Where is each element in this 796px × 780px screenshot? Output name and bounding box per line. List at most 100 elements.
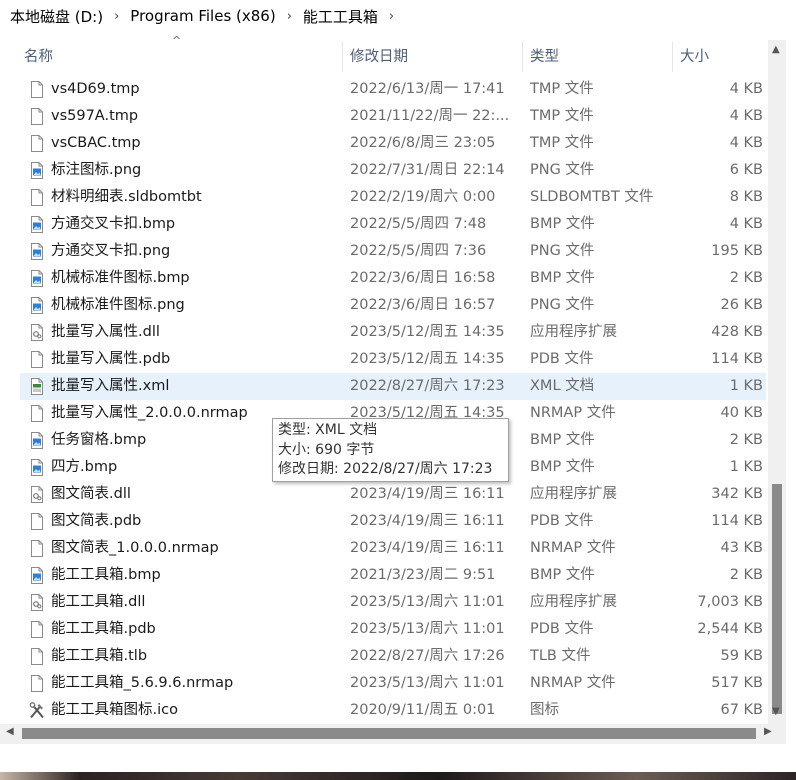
file-name: 能工工具箱.tlb [51,648,148,664]
tooltip-size: 大小: 690 字节 [278,441,375,458]
file-type: BMP 文件 [530,216,595,232]
file-row[interactable]: 机械标准件图标.png 2022/3/6/周日 16:57 PNG 文件 26 KB [20,292,766,319]
file-name: 能工工具箱.pdb [51,621,156,637]
breadcrumb-drive-d[interactable]: 本地磁盘 (D:) [10,6,103,27]
horizontal-scroll-thumb[interactable] [22,728,756,739]
file-size: 43 KB [720,540,763,556]
column-header-name[interactable]: 名称 [24,40,342,74]
scroll-right-arrow-icon[interactable]: ▶ [764,726,772,737]
file-type: PDB 文件 [530,621,594,637]
file-size: 8 KB [729,189,763,205]
file-row[interactable]: 图文简表.pdb 2023/4/19/周三 16:11 PDB 文件 114 KB [20,508,766,535]
blank-file-icon [29,81,45,98]
file-size: 26 KB [720,297,763,313]
file-type: TLB 文件 [530,648,591,664]
chevron-right-icon[interactable]: › [287,9,292,24]
file-modified-date: 2023/4/19/周三 16:11 [350,486,505,502]
scroll-left-arrow-icon[interactable]: ◀ [6,726,14,737]
file-row[interactable]: 能工工具箱.pdb 2023/5/13/周六 11:01 PDB 文件 2,544 K… [20,616,766,643]
file-name: 批量写入属性.pdb [51,351,171,367]
file-modified-date: 2022/6/13/周一 17:41 [350,81,505,97]
column-header-size[interactable]: 大小 [672,40,770,74]
file-size: 4 KB [729,108,763,124]
file-modified-date: 2022/7/31/周日 22:14 [350,162,505,178]
horizontal-scrollbar[interactable]: ◀ ▶ [0,724,786,744]
blank-file-icon [29,621,45,638]
file-size: 1 KB [729,459,763,475]
file-size: 6 KB [729,162,763,178]
file-modified-date: 2023/5/13/周六 11:01 [350,621,505,637]
file-row[interactable]: 方通交叉卡扣.png 2022/5/5/周四 7:36 PNG 文件 195 KB [20,238,766,265]
tools-icon [29,702,45,719]
image-file-icon [29,162,45,179]
file-size: 59 KB [720,648,763,664]
scroll-up-arrow-icon[interactable]: ▲ [772,44,780,55]
breadcrumb-program-files-x86[interactable]: Program Files (x86) [130,7,275,25]
file-row[interactable]: 方通交叉卡扣.bmp 2022/5/5/周四 7:48 BMP 文件 4 KB [20,211,766,238]
file-modified-date: 2023/5/12/周五 14:35 [350,324,505,340]
file-type: PNG 文件 [530,162,595,178]
file-size: 4 KB [729,81,763,97]
file-type: BMP 文件 [530,567,595,583]
file-modified-date: 2022/2/19/周六 0:00 [350,189,496,205]
file-row[interactable]: 图文简表.dll 2023/4/19/周三 16:11 应用程序扩展 342 KB [20,481,766,508]
scroll-down-arrow-icon[interactable]: ▼ [772,706,780,717]
file-row[interactable]: vs597A.tmp 2021/11/22/周一 22:... TMP 文件 4 KB [20,103,766,130]
file-info-tooltip: 类型: XML 文档 大小: 690 字节 修改日期: 2022/8/27/周六… [272,418,509,482]
file-row[interactable]: 能工工具箱.bmp 2021/3/23/周二 9:51 BMP 文件 2 KB [20,562,766,589]
file-row[interactable]: 材料明细表.sldbomtbt 2022/2/19/周六 0:00 SLDBOMTB… [20,184,766,211]
file-size: 2 KB [729,567,763,583]
file-size: 67 KB [720,702,763,718]
file-row[interactable]: 能工工具箱图标.ico 2020/9/11/周五 0:01 图标 67 KB [20,697,766,724]
blank-file-icon [29,405,45,422]
file-type: 应用程序扩展 [530,594,617,610]
breadcrumb-current-folder[interactable]: 能工工具箱 [303,6,378,27]
file-modified-date: 2022/8/27/周六 17:23 [350,378,505,394]
vertical-scrollbar[interactable]: ▲ ▼ [768,40,786,724]
file-modified-date: 2022/5/5/周四 7:48 [350,216,487,232]
vertical-scroll-thumb[interactable] [772,484,782,714]
dll-file-icon [29,324,45,341]
file-row[interactable]: 批量写入属性.xml 2022/8/27/周六 17:23 XML 文档 1 KB [20,373,766,400]
image-file-icon [29,432,45,449]
column-header-modified[interactable]: 修改日期 [342,40,522,74]
file-row[interactable]: 标注图标.png 2022/7/31/周日 22:14 PNG 文件 6 KB [20,157,766,184]
file-name: vsCBAC.tmp [51,135,141,151]
file-name: vs4D69.tmp [51,81,140,97]
chevron-right-icon[interactable]: › [114,9,119,24]
breadcrumb: 本地磁盘 (D:) › Program Files (x86) › 能工工具箱 … [0,0,796,32]
file-modified-date: 2022/3/6/周日 16:57 [350,297,496,313]
file-row[interactable]: 批量写入属性.pdb 2023/5/12/周五 14:35 PDB 文件 114 KB [20,346,766,373]
image-file-icon [29,459,45,476]
file-row[interactable]: 批量写入属性.dll 2023/5/12/周五 14:35 应用程序扩展 428 KB [20,319,766,346]
file-size: 114 KB [711,513,763,529]
file-modified-date: 2023/4/19/周三 16:11 [350,540,505,556]
file-modified-date: 2023/4/19/周三 16:11 [350,513,505,529]
file-type: BMP 文件 [530,270,595,286]
file-row[interactable]: 能工工具箱_5.6.9.6.nrmap 2023/5/13/周六 11:01 NRM… [20,670,766,697]
file-modified-date: 2021/11/22/周一 22:... [350,108,510,124]
file-modified-date: 2022/3/6/周日 16:58 [350,270,496,286]
file-size: 2 KB [729,270,763,286]
file-type: XML 文档 [530,378,595,394]
chevron-right-icon[interactable]: › [389,9,394,24]
file-row[interactable]: 机械标准件图标.bmp 2022/3/6/周日 16:58 BMP 文件 2 KB [20,265,766,292]
file-size: 2 KB [729,432,763,448]
file-name: 图文简表_1.0.0.0.nrmap [51,540,219,556]
file-name: 批量写入属性.xml [51,378,170,394]
file-name: 能工工具箱图标.ico [51,702,178,718]
file-size: 4 KB [729,216,763,232]
file-size: 40 KB [720,405,763,421]
file-row[interactable]: 图文简表_1.0.0.0.nrmap 2023/4/19/周三 16:11 NRMA… [20,535,766,562]
column-header-type[interactable]: 类型 [522,40,672,74]
image-file-icon [29,567,45,584]
file-row[interactable]: 能工工具箱.tlb 2022/8/27/周六 17:26 TLB 文件 59 KB [20,643,766,670]
file-size: 1 KB [729,378,763,394]
blank-file-icon [29,675,45,692]
file-row[interactable]: 能工工具箱.dll 2023/5/13/周六 11:01 应用程序扩展 7,003 K… [20,589,766,616]
file-size: 4 KB [729,135,763,151]
blank-file-icon [29,540,45,557]
file-row[interactable]: vs4D69.tmp 2022/6/13/周一 17:41 TMP 文件 4 KB [20,76,766,103]
file-row[interactable]: vsCBAC.tmp 2022/6/8/周三 23:05 TMP 文件 4 KB [20,130,766,157]
file-list: vs4D69.tmp 2022/6/13/周一 17:41 TMP 文件 4 KB vs… [0,76,768,724]
